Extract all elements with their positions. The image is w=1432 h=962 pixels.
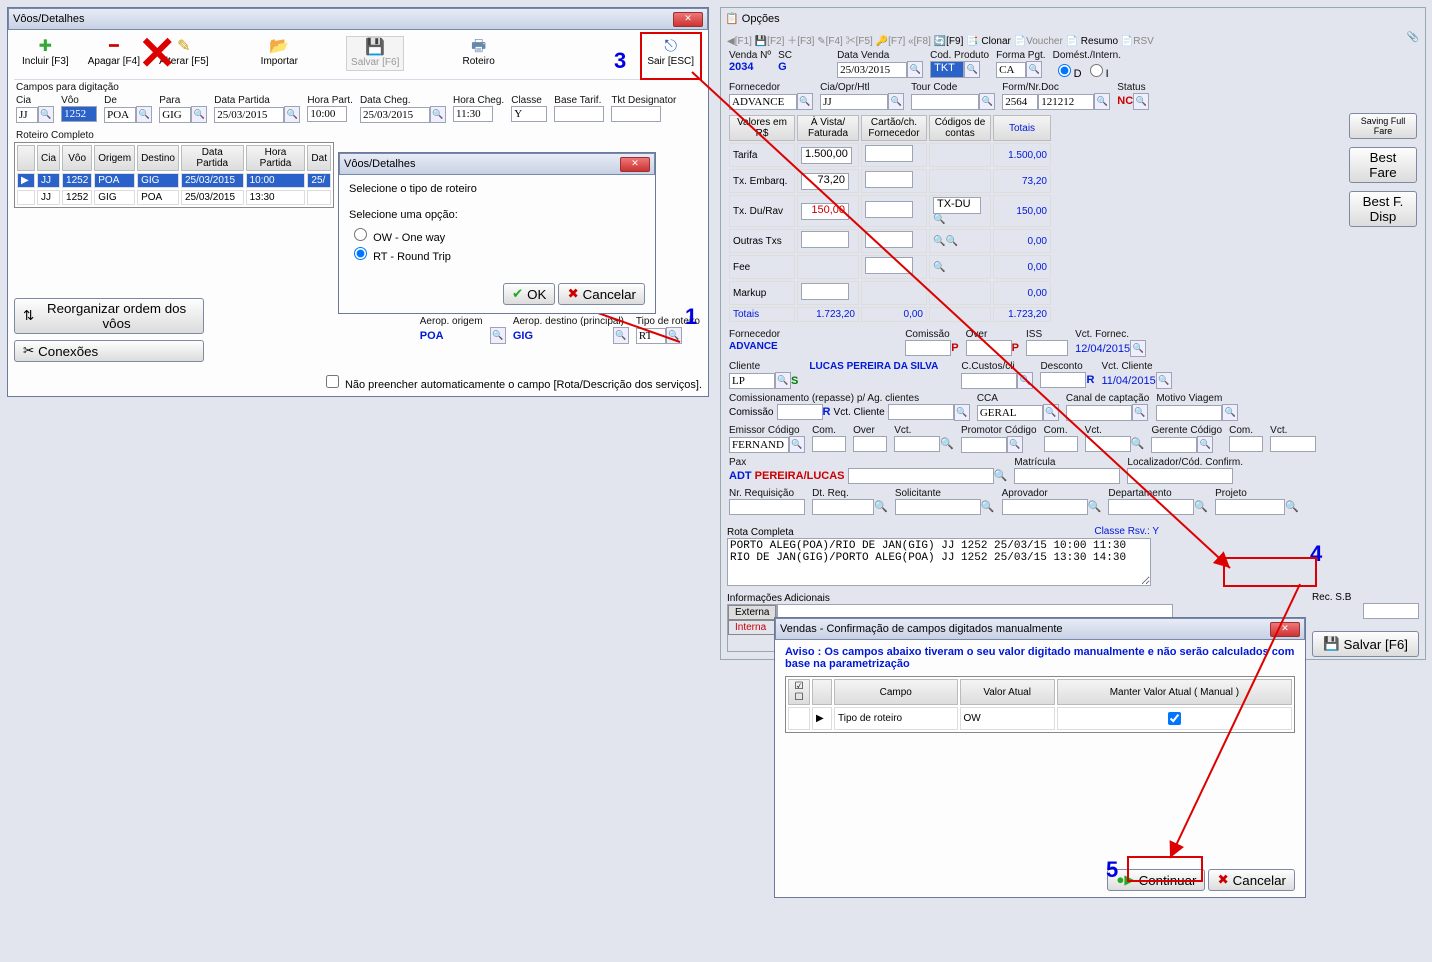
search-icon[interactable]: 🔍: [490, 327, 506, 344]
table-row: ▶Tipo de roteiroOW: [788, 707, 1292, 730]
search-icon[interactable]: 🔍: [284, 106, 300, 123]
manter-checkbox[interactable]: [1168, 712, 1181, 725]
hora-cheg-input[interactable]: [453, 106, 493, 122]
fkey-toolbar: ◀[F1] 💾[F2] ＋[F3] ✎[F4] ✂[F5] 🔑[F7] «[F8…: [727, 30, 1419, 49]
dialog2-titlebar: Vendas - Confirmação de campos digitados…: [775, 618, 1305, 640]
window-titlebar: Vôos/Detalhes ✕: [8, 8, 708, 30]
tipo-roteiro-search[interactable]: 🔍: [666, 327, 682, 344]
dialog-titlebar: Vôos/Detalhes ✕: [339, 153, 655, 175]
search-icon[interactable]: 🔍: [136, 106, 152, 123]
alterar-button[interactable]: ✎Alterar [F5]: [155, 36, 212, 69]
roteiro-button[interactable]: 🖶Roteiro: [459, 36, 499, 69]
search-icon[interactable]: 🔍: [38, 106, 54, 123]
nao-preencher-checkbox[interactable]: [326, 375, 339, 388]
apagar-button[interactable]: ━Apagar [F4]: [84, 36, 144, 69]
opcoes-titlebar: 📋 Opções: [721, 8, 1425, 28]
radio-i[interactable]: [1090, 64, 1103, 77]
importar-button[interactable]: 📂Importar: [257, 36, 302, 69]
ok-button[interactable]: ✔ OK: [503, 283, 555, 305]
venda-no: 2034: [729, 61, 753, 73]
search-icon[interactable]: 🔍: [613, 327, 629, 344]
reorganizar-button[interactable]: ⇅ Reorganizar ordem dos vôos: [14, 298, 204, 334]
confirm-grid: ☑☐CampoValor AtualManter Valor Atual ( M…: [785, 676, 1295, 733]
tab-interna[interactable]: Interna: [728, 620, 776, 635]
best-f-disp-button[interactable]: Best F. Disp: [1349, 191, 1417, 227]
table-row: ▶JJ1252POAGIG25/03/201510:0025/: [17, 173, 331, 188]
radio-rt[interactable]: RT - Round Trip: [349, 251, 451, 263]
roteiro-label: Roteiro Completo: [16, 130, 702, 141]
best-fare-button[interactable]: Best Fare: [1349, 147, 1417, 183]
sair-button[interactable]: ⎋Sair [ESC]: [643, 36, 698, 69]
roteiro-grid[interactable]: CiaVôoOrigemDestinoData PartidaHora Part…: [14, 142, 334, 208]
table-row: JJ1252GIGPOA25/03/201513:30: [17, 190, 331, 205]
close-icon[interactable]: ✕: [620, 157, 650, 172]
de-input[interactable]: [104, 107, 136, 123]
data-partida-input[interactable]: [214, 107, 284, 123]
close-icon[interactable]: ✕: [673, 12, 703, 27]
base-input[interactable]: [554, 106, 604, 122]
campos-label: Campos para digitação: [16, 82, 702, 93]
valores-grid: Valores em R$À Vista/ FaturadaCartão/ch.…: [727, 113, 1053, 324]
search-icon[interactable]: 🔍: [191, 106, 207, 123]
rota-completa-textarea[interactable]: PORTO ALEG(POA)/RIO DE JAN(GIG) JJ 1252 …: [727, 538, 1151, 586]
data-venda-input[interactable]: [837, 62, 907, 78]
win1-title: Vôos/Detalhes: [13, 13, 85, 25]
conexoes-button[interactable]: ✂ Conexões: [14, 340, 204, 362]
incluir-button[interactable]: ✚Incluir [F3]: [18, 36, 73, 69]
radio-ow[interactable]: OW - One way: [349, 232, 445, 244]
salvar-f6-button[interactable]: 💾 Salvar [F6]: [1312, 631, 1419, 657]
close-icon[interactable]: ✕: [1270, 622, 1300, 637]
tipo-roteiro-input[interactable]: [636, 328, 666, 344]
continuar-button[interactable]: ●▶ Continuar: [1107, 869, 1205, 891]
fornecedor-input[interactable]: [729, 94, 797, 110]
cia-input[interactable]: [16, 107, 38, 123]
voo-input[interactable]: [61, 106, 97, 122]
radio-d[interactable]: [1058, 64, 1071, 77]
para-input[interactable]: [159, 107, 191, 123]
classe-input[interactable]: [511, 106, 547, 122]
cancel-button[interactable]: ✖ Cancelar: [558, 283, 645, 305]
data-cheg-input[interactable]: [360, 107, 430, 123]
forma-pgt-input[interactable]: [996, 62, 1026, 78]
tab-externa[interactable]: Externa: [728, 605, 776, 620]
cancel-button[interactable]: ✖ Cancelar: [1208, 869, 1295, 891]
saving-full-button[interactable]: Saving Full Fare: [1349, 113, 1417, 139]
tkt-input[interactable]: [611, 106, 661, 122]
tour-code-input[interactable]: [911, 94, 979, 110]
salvar-button-disabled: 💾Salvar [F6]: [346, 36, 404, 71]
search-icon[interactable]: 🔍: [430, 106, 446, 123]
hora-part-input[interactable]: [307, 106, 347, 122]
cia-opr-input[interactable]: [820, 94, 888, 110]
